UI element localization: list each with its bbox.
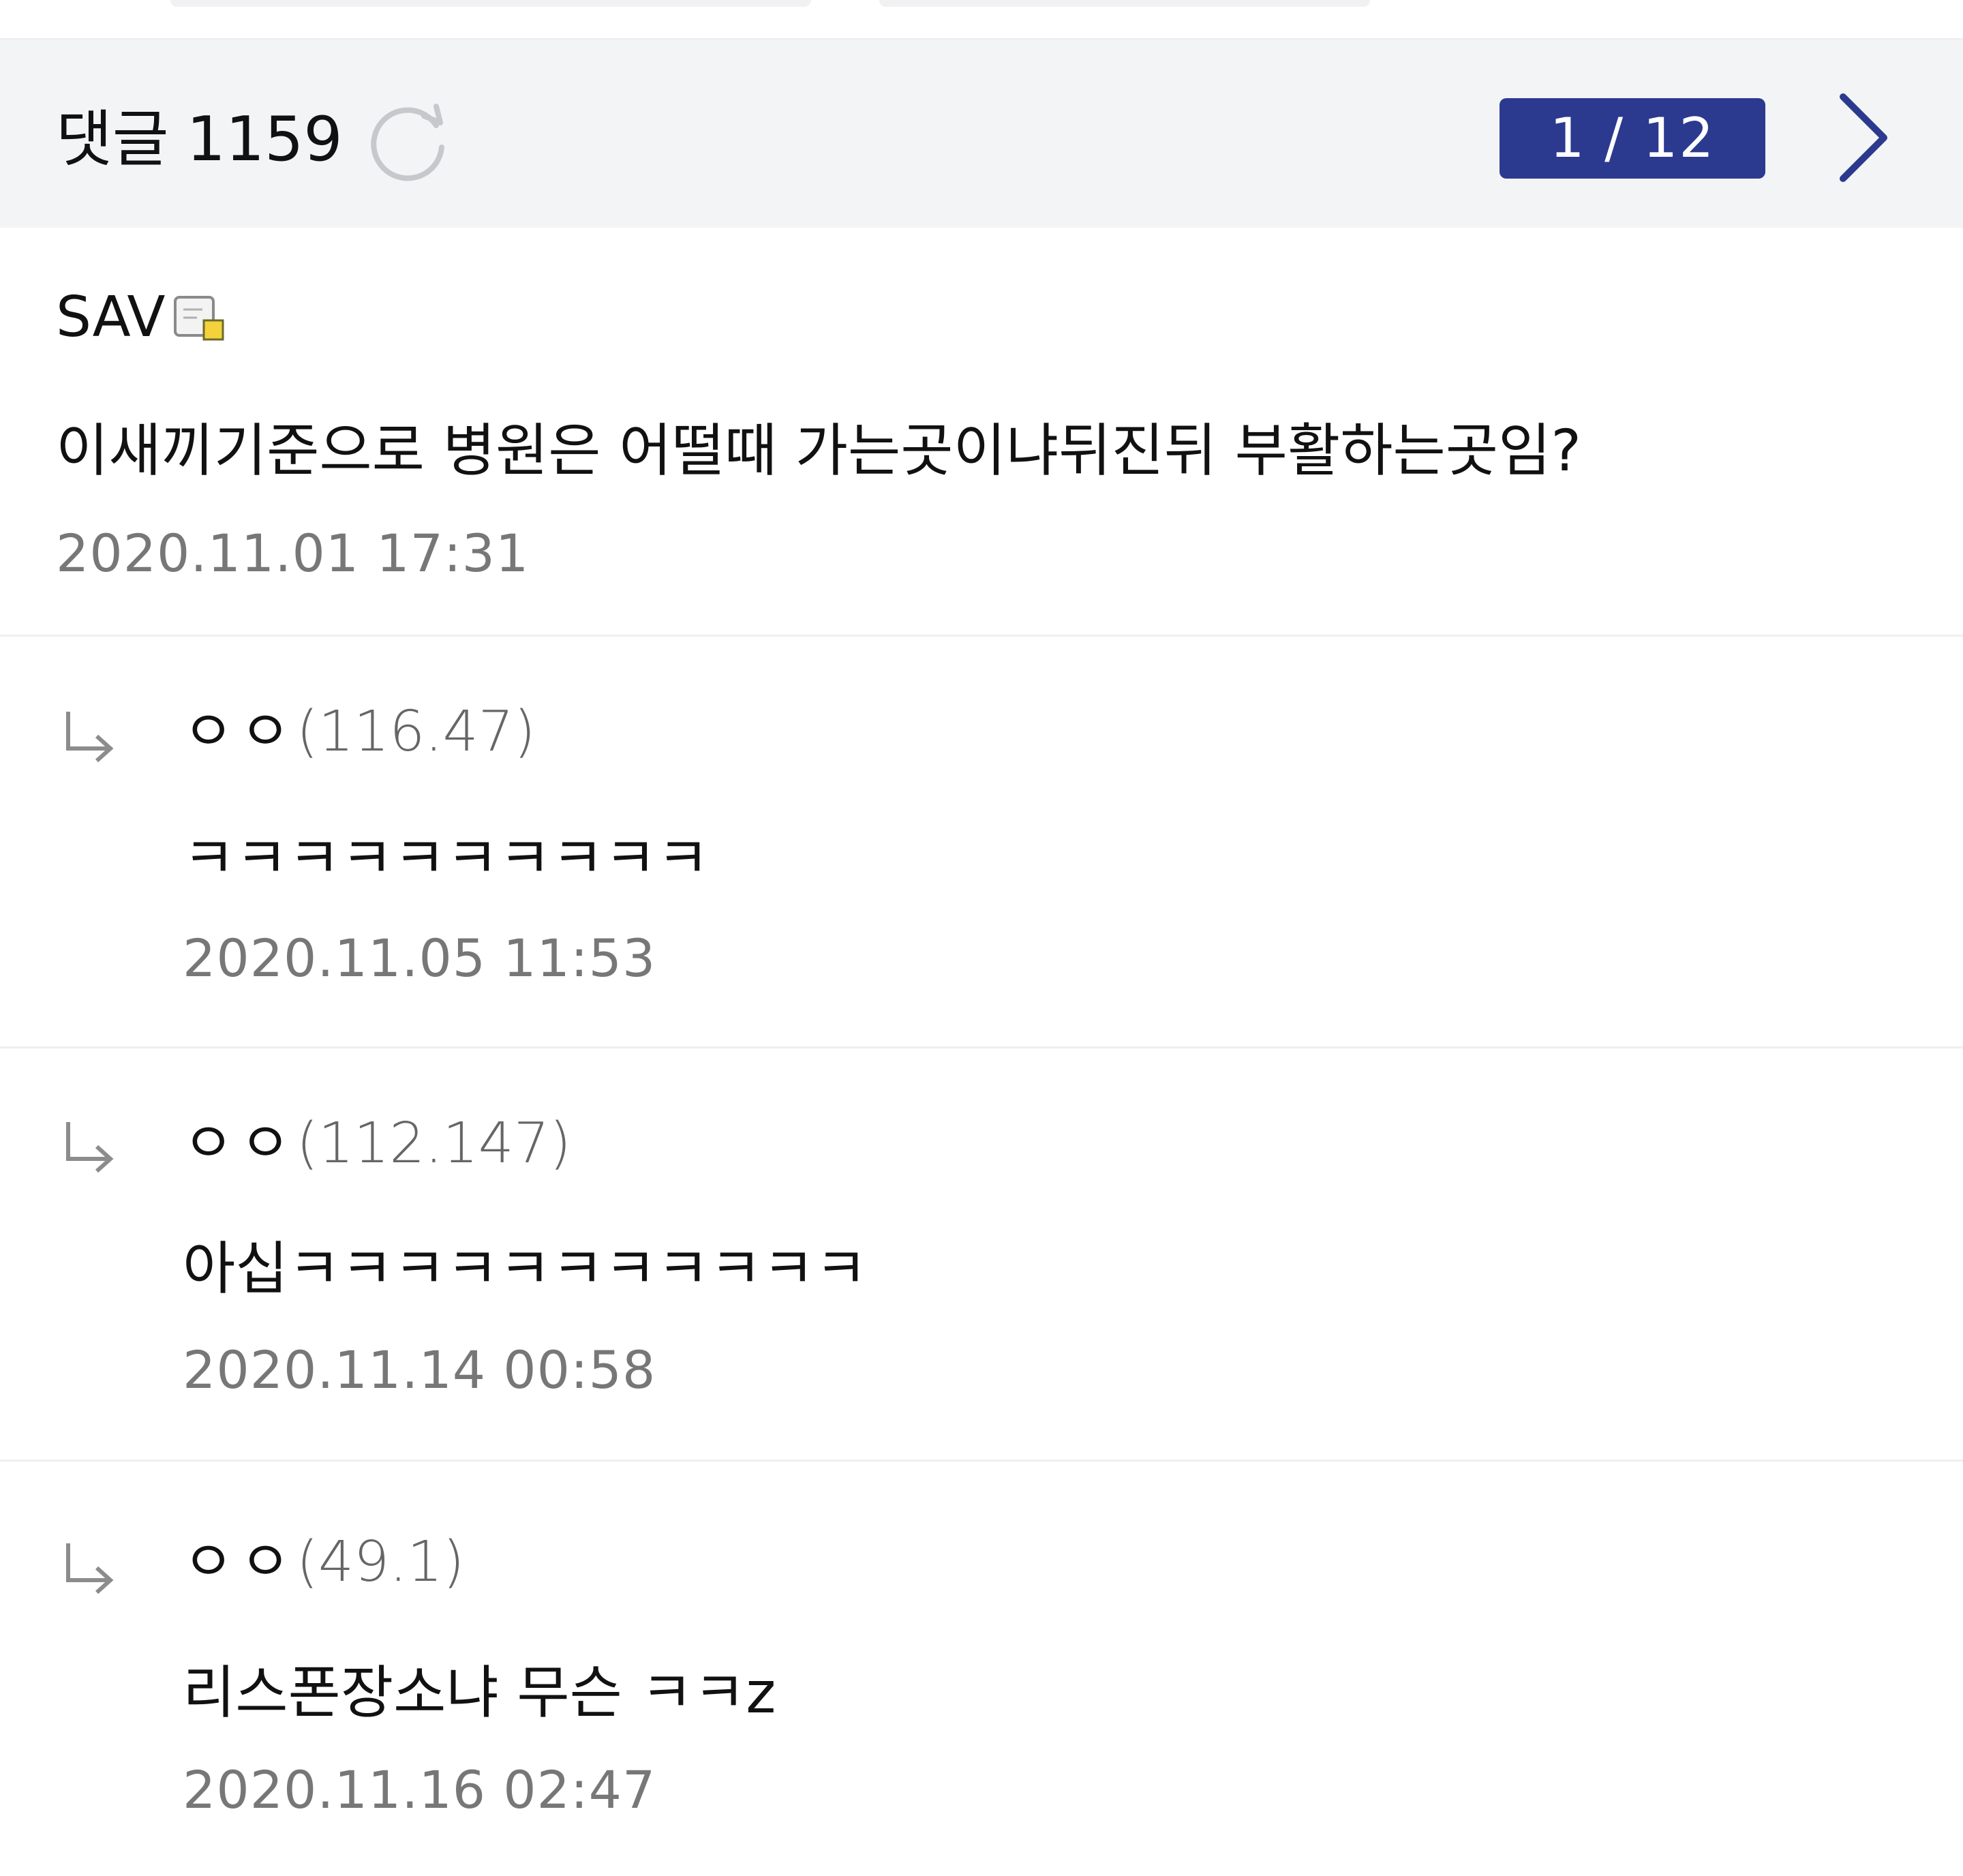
reply-arrow-icon <box>66 712 114 763</box>
top-strip <box>0 0 1963 38</box>
reply-author[interactable]: ㅇㅇ (112.147) <box>183 1110 571 1178</box>
member-badge-icon <box>172 290 227 345</box>
author-ip: (112.147) <box>296 1111 571 1176</box>
author-nickname: ㅇㅇ <box>183 1111 296 1176</box>
reply-timestamp: 2020.11.16 02:47 <box>183 1759 656 1820</box>
comment-author[interactable]: SAV <box>56 284 227 352</box>
top-ghost-left <box>170 0 811 7</box>
author-nickname: ㅇㅇ <box>183 699 296 764</box>
comment-label: 댓글 <box>56 104 169 175</box>
author-ip: (49.1) <box>296 1530 465 1594</box>
comment-section: 댓글 1159 1 / 12 SAV 이새끼기준으로 병원은 어떨때 가는곳이냐… <box>0 0 1963 1876</box>
author-ip: (116.47) <box>296 699 536 764</box>
reply-arrow-icon <box>66 1122 114 1173</box>
comment-title: 댓글 1159 <box>56 102 343 177</box>
author-nickname: SAV <box>56 285 166 350</box>
chevron-right-icon[interactable] <box>1827 87 1902 190</box>
reply-text: 리스폰장소냐 무슨 ㅋㅋz <box>183 1659 776 1726</box>
comment-header: 댓글 1159 1 / 12 <box>0 38 1963 228</box>
reply-timestamp: 2020.11.05 11:53 <box>183 928 656 988</box>
reply-timestamp: 2020.11.14 00:58 <box>183 1340 656 1400</box>
comment-count: 1159 <box>186 104 343 175</box>
refresh-icon[interactable] <box>365 98 454 187</box>
reply-author[interactable]: ㅇㅇ (49.1) <box>183 1528 464 1597</box>
reply-text: ㅋㅋㅋㅋㅋㅋㅋㅋㅋㅋ <box>183 825 710 892</box>
reply-author[interactable]: ㅇㅇ (116.47) <box>183 698 536 766</box>
reply-item: ㅇㅇ (116.47) ㅋㅋㅋㅋㅋㅋㅋㅋㅋㅋ 2020.11.05 11:53 <box>0 637 1963 1048</box>
comment-item: SAV 이새끼기준으로 병원은 어떨때 가는곳이냐뒤진뒤 부활하는곳임? 202… <box>0 228 1963 637</box>
comment-timestamp: 2020.11.01 17:31 <box>56 523 530 584</box>
reply-text: 아십ㅋㅋㅋㅋㅋㅋㅋㅋㅋㅋㅋ <box>183 1235 868 1302</box>
reply-item: ㅇㅇ (49.1) 리스폰장소냐 무슨 ㅋㅋz 2020.11.16 02:47 <box>0 1462 1963 1876</box>
comment-text: 이새끼기준으로 병원은 어떨때 가는곳이냐뒤진뒤 부활하는곳임? <box>56 417 1581 484</box>
author-nickname: ㅇㅇ <box>183 1530 296 1594</box>
reply-arrow-icon <box>66 1543 114 1594</box>
reply-item: ㅇㅇ (112.147) 아십ㅋㅋㅋㅋㅋㅋㅋㅋㅋㅋㅋ 2020.11.14 00… <box>0 1048 1963 1462</box>
top-ghost-right <box>879 0 1370 7</box>
page-indicator: 1 / 12 <box>1500 98 1765 179</box>
